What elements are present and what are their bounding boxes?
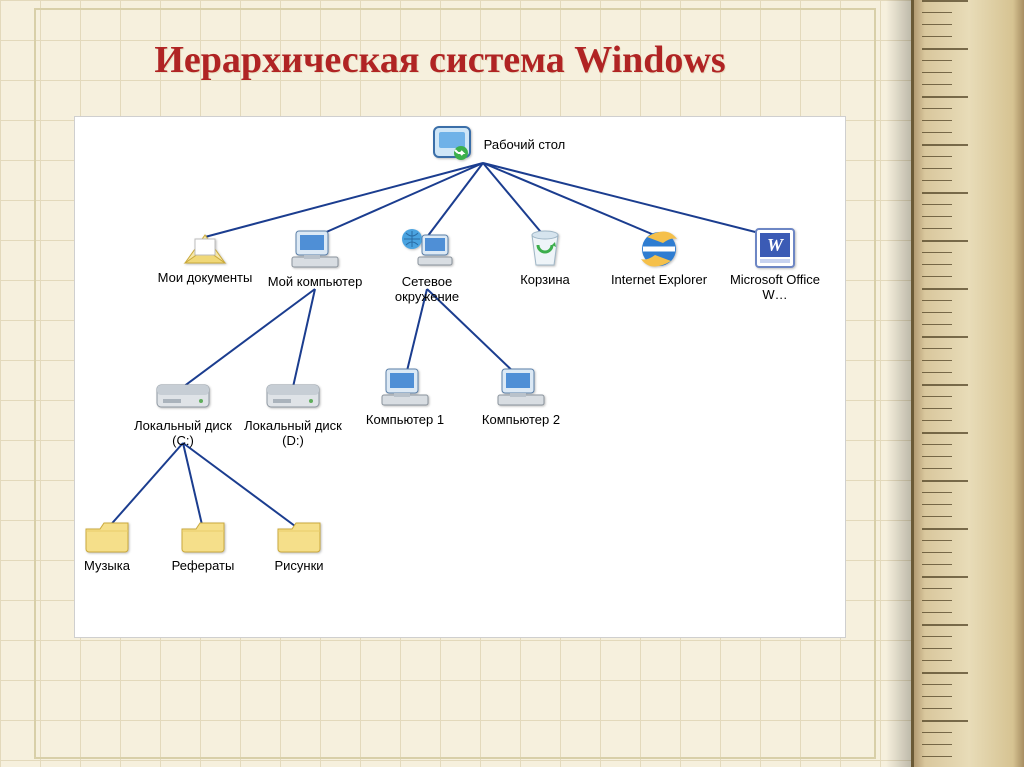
node-my-documents: Мои документы [150, 229, 260, 286]
ie-icon [635, 225, 683, 271]
hard-drive-icon [263, 377, 323, 417]
computer-icon [378, 365, 432, 411]
hierarchy-diagram: Рабочий стол Мои документы Мой компьютер [74, 116, 846, 638]
node-label: Microsoft Office W… [720, 273, 830, 303]
node-pictures: Рисунки [244, 517, 354, 574]
folder-icon [274, 517, 324, 557]
slide: Иерархическая система Windows [0, 0, 1024, 767]
node-recycle-bin: Корзина [490, 227, 600, 288]
node-label: Музыка [52, 559, 162, 574]
node-label: Локальный диск (D:) [238, 419, 348, 449]
node-network: Сетевое окружение [372, 225, 482, 305]
folder-icon [178, 517, 228, 557]
node-computer1: Компьютер 1 [350, 365, 460, 428]
node-music: Музыка [52, 517, 162, 574]
hard-drive-icon [153, 377, 213, 417]
folder-icon [82, 517, 132, 557]
node-label: Сетевое окружение [372, 275, 482, 305]
node-essays: Рефераты [148, 517, 258, 574]
computer-icon [288, 227, 342, 273]
node-label: Internet Explorer [604, 273, 714, 288]
svg-text:W: W [767, 235, 785, 255]
node-label: Мой компьютер [260, 275, 370, 290]
node-label: Мои документы [150, 271, 260, 286]
ruler-shadow [886, 0, 914, 767]
network-icon [398, 225, 456, 273]
desktop-icon [430, 123, 474, 165]
node-computer2: Компьютер 2 [466, 365, 576, 428]
node-desktop: Рабочий стол [430, 123, 630, 165]
node-internet-explorer: Internet Explorer [604, 225, 714, 288]
page-title: Иерархическая система Windows [0, 40, 880, 82]
envelope-icon [181, 229, 229, 269]
node-label: Компьютер 2 [466, 413, 576, 428]
node-label: Рисунки [244, 559, 354, 574]
word-icon: W [750, 225, 800, 271]
node-label: Локальный диск (C:) [128, 419, 238, 449]
node-label: Компьютер 1 [350, 413, 460, 428]
ruler-strip [911, 0, 1024, 767]
node-disk-c: Локальный диск (C:) [128, 377, 238, 449]
node-my-computer: Мой компьютер [260, 227, 370, 290]
computer-icon [494, 365, 548, 411]
node-label: Рабочий стол [484, 138, 566, 153]
node-disk-d: Локальный диск (D:) [238, 377, 348, 449]
node-label: Корзина [490, 273, 600, 288]
node-label: Рефераты [148, 559, 258, 574]
recycle-bin-icon [522, 227, 568, 271]
node-ms-word: W Microsoft Office W… [720, 225, 830, 303]
